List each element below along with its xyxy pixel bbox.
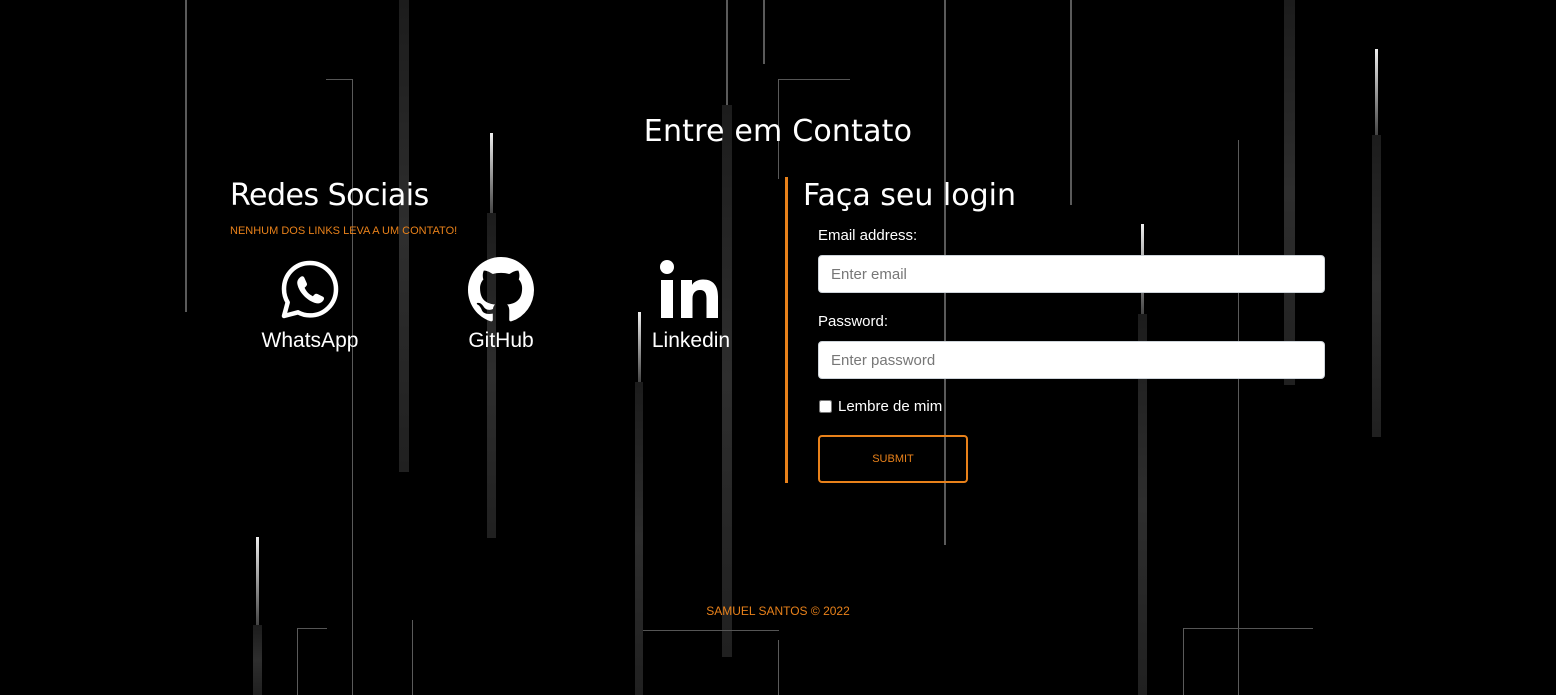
background-line (412, 620, 413, 695)
social-note: NENHUM DOS LINKS LEVA A UM CONTATO! (230, 225, 458, 237)
remember-checkbox[interactable] (819, 400, 832, 413)
remember-label: Lembre de mim (838, 398, 943, 415)
password-label: Password: (818, 313, 889, 330)
email-label: Email address: (818, 227, 918, 244)
linkedin-label: Linkedin (651, 329, 731, 352)
background-line (763, 0, 765, 64)
background-line (726, 0, 728, 105)
background-line (185, 0, 187, 312)
background-line (778, 640, 779, 695)
background-line (1183, 628, 1313, 629)
password-input[interactable] (818, 341, 1325, 379)
contact-page: Entre em Contato Redes Sociais NENHUM DO… (0, 0, 1556, 695)
background-line (643, 630, 779, 631)
background-line (722, 105, 732, 657)
login-heading: Faça seu login (803, 178, 1017, 213)
submit-button[interactable]: SUBMIT (818, 435, 968, 483)
linkedin-link[interactable]: Linkedin (626, 255, 756, 353)
whatsapp-link[interactable]: WhatsApp (245, 255, 375, 353)
background-line (326, 79, 353, 80)
github-label: GitHub (468, 329, 534, 352)
background-line (1070, 0, 1072, 205)
email-input[interactable] (818, 255, 1325, 293)
whatsapp-icon (245, 255, 375, 325)
background-line (297, 628, 327, 629)
remember-me[interactable]: Lembre de mim (818, 398, 942, 415)
background-line (297, 628, 298, 695)
linkedin-icon (626, 255, 756, 325)
background-line (352, 79, 353, 695)
whatsapp-label: WhatsApp (261, 329, 359, 352)
background-line (635, 382, 643, 695)
footer-copyright: SAMUEL SANTOS © 2022 (706, 604, 850, 618)
github-icon (436, 255, 566, 325)
background-line (1183, 628, 1184, 695)
background-line (1284, 0, 1295, 385)
page-title: Entre em Contato (643, 114, 913, 149)
background-line (253, 625, 262, 695)
social-heading: Redes Sociais (230, 178, 429, 213)
background-line (1372, 135, 1381, 437)
section-divider (785, 177, 788, 483)
github-link[interactable]: GitHub (436, 255, 566, 353)
background-line (778, 79, 850, 80)
